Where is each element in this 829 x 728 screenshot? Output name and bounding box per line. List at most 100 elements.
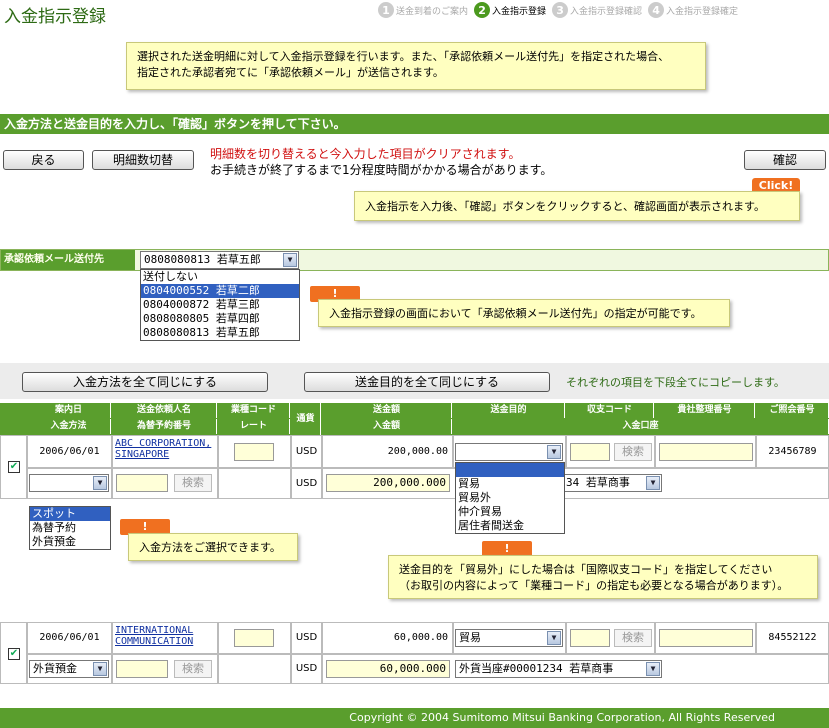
- approval-label: 承認依頼メール送付先: [1, 250, 135, 270]
- method-note: 入金方法をご選択できます。: [128, 533, 298, 561]
- row1-rate-cell: [218, 468, 291, 499]
- row2-amount: 60,000.00: [322, 622, 453, 654]
- row1-account-select[interactable]: 34 若草商事 ▼: [562, 474, 662, 492]
- row2-purpose-select[interactable]: 貿易 ▼: [455, 629, 563, 647]
- copy-note: それぞれの項目を下段全てにコピーします。: [566, 376, 785, 389]
- row1-checkbox[interactable]: ✔: [8, 461, 20, 473]
- chevron-down-icon: ▼: [93, 662, 107, 676]
- col-header: 収支コード: [566, 403, 654, 418]
- col-header: 入金方法: [27, 419, 111, 434]
- row2-currency: USD: [291, 622, 322, 654]
- row2-currency-in: USD: [291, 654, 322, 684]
- row1-search-button[interactable]: 検索: [614, 443, 652, 461]
- approval-bar: 承認依頼メール送付先: [0, 249, 829, 271]
- col-header: 貴社整理番号: [655, 403, 755, 418]
- row2-amount-input[interactable]: 60,000.000: [326, 660, 450, 678]
- step-3: 3 入金指示登録確認: [552, 2, 642, 18]
- step-4: 4 入金指示登録確定: [648, 2, 738, 18]
- row2-search-button[interactable]: 検索: [614, 629, 652, 647]
- col-header: 案内日: [27, 403, 111, 418]
- row1-purpose-select[interactable]: ▼: [455, 443, 563, 461]
- chevron-down-icon: ▼: [646, 476, 660, 490]
- col-header: 入金額: [322, 419, 452, 434]
- col-header: 業種コード: [218, 403, 290, 418]
- row1-remitter-link[interactable]: ABC CORPORATION,: [115, 438, 215, 449]
- row2-remitter-link[interactable]: COMMUNICATION: [115, 636, 215, 647]
- approval-option[interactable]: 送付しない: [141, 270, 299, 284]
- purpose-dropdown-list[interactable]: 貿易 貿易外 仲介貿易 居住者間送金: [455, 462, 565, 534]
- step-1: 1 送金到着のご案内: [378, 2, 468, 18]
- page-title: 入金指示登録: [4, 7, 106, 27]
- chevron-down-icon: ▼: [283, 253, 297, 267]
- approval-option[interactable]: 0804000872 若草三郎: [141, 298, 299, 312]
- row1-remitter-cell: ABC CORPORATION, SINGAPORE: [112, 435, 218, 468]
- approval-option[interactable]: 0804000552 若草二郎: [141, 284, 299, 298]
- warning-text: 明細数を切り替えると今入力した項目がクリアされます。: [210, 147, 521, 161]
- method-option[interactable]: スポット: [30, 507, 110, 521]
- row2-account-select[interactable]: 外貨当座#00001234 若草商事 ▼: [455, 660, 662, 678]
- col-header: 送金目的: [453, 403, 565, 418]
- same-purpose-button[interactable]: 送金目的を全て同じにする: [304, 372, 550, 392]
- row2-date: 2006/06/01: [27, 622, 112, 654]
- purpose-option[interactable]: [456, 463, 564, 477]
- row2-industry-input[interactable]: [234, 629, 274, 647]
- row2-mgmt-input[interactable]: [659, 629, 753, 647]
- row2-checkbox[interactable]: ✔: [8, 648, 20, 660]
- row2-remitter-cell: INTERNATIONAL COMMUNICATION: [112, 622, 218, 654]
- row2-method-select[interactable]: 外貨預金 ▼: [29, 660, 109, 678]
- approval-option[interactable]: 0808080805 若草四郎: [141, 312, 299, 326]
- confirm-note: 入金指示を入力後、「確認」ボタンをクリックすると、確認画面が表示されます。: [354, 191, 800, 221]
- step-indicator: 1 送金到着のご案内 2 入金指示登録 3 入金指示登録確認 4 入金指示登録確定: [378, 2, 742, 18]
- same-method-button[interactable]: 入金方法を全て同じにする: [22, 372, 268, 392]
- purpose-option[interactable]: 貿易外: [456, 491, 564, 505]
- col-header: 送金額: [322, 403, 452, 418]
- row1-contract-input[interactable]: [116, 474, 168, 492]
- back-button[interactable]: 戻る: [3, 150, 84, 170]
- purpose-option[interactable]: 貿易: [456, 477, 564, 491]
- chevron-down-icon: ▼: [93, 476, 107, 490]
- wait-text: お手続きが終了するまで1分程度時間がかかる場合があります。: [210, 163, 553, 177]
- approval-dropdown-list[interactable]: 送付しない 0804000552 若草二郎 0804000872 若草三郎 08…: [140, 269, 300, 341]
- col-header: レート: [218, 419, 290, 434]
- chevron-down-icon: ▼: [547, 445, 561, 459]
- col-header: 為替予約番号: [112, 419, 217, 434]
- purpose-note: 送金目的を「貿易外」にした場合は「国際収支コード」を指定してください （お取引の内…: [388, 555, 818, 599]
- approval-note: 入金指示登録の画面において「承認依頼メール送付先」の指定が可能です。: [318, 299, 730, 327]
- row2-balance-input[interactable]: [570, 629, 610, 647]
- row2-ref: 84552122: [756, 622, 829, 654]
- row1-method-select[interactable]: ▼: [29, 474, 109, 492]
- step-2: 2 入金指示登録: [474, 2, 546, 18]
- confirm-button[interactable]: 確認: [744, 150, 826, 170]
- approval-option[interactable]: 0808080813 若草五郎: [141, 326, 299, 340]
- col-header: 通貨: [291, 403, 321, 435]
- method-option[interactable]: 外貨預金: [30, 535, 110, 549]
- purpose-option[interactable]: 仲介貿易: [456, 505, 564, 519]
- row1-ref: 23456789: [756, 435, 829, 468]
- footer: Copyright © 2004 Sumitomo Mitsui Banking…: [0, 708, 829, 728]
- row1-industry-input[interactable]: [234, 443, 274, 461]
- approval-select[interactable]: 0808080813 若草五郎 ▼: [140, 251, 299, 269]
- row1-remitter-link[interactable]: SINGAPORE: [115, 449, 215, 460]
- method-dropdown-list[interactable]: スポット 為替予約 外貨預金: [29, 506, 111, 550]
- chevron-down-icon: ▼: [547, 631, 561, 645]
- purpose-option[interactable]: 居住者間送金: [456, 519, 564, 533]
- row1-date: 2006/06/01: [27, 435, 112, 468]
- row1-mgmt-input[interactable]: [659, 443, 753, 461]
- row1-balance-input[interactable]: [570, 443, 610, 461]
- row2-remitter-link[interactable]: INTERNATIONAL: [115, 625, 215, 636]
- intro-note: 選択された送金明細に対して入金指示登録を行います。また、「承認依頼メール送付先」…: [126, 42, 706, 90]
- instruction-bar: 入金方法と送金目的を入力し、「確認」ボタンを押して下さい。: [0, 114, 829, 134]
- row1-currency-in: USD: [291, 468, 322, 499]
- toggle-rows-button[interactable]: 明細数切替: [92, 150, 194, 170]
- col-header: 入金口座: [453, 419, 829, 434]
- row2-contract-input[interactable]: [116, 660, 168, 678]
- row1-contract-search-button[interactable]: 検索: [174, 474, 212, 492]
- col-header: ご照会番号: [756, 403, 829, 418]
- row1-amount-input[interactable]: 200,000.000: [326, 474, 450, 492]
- method-option[interactable]: 為替予約: [30, 521, 110, 535]
- col-header: 送金依頼人名: [112, 403, 217, 418]
- row2-rate-cell: [218, 654, 291, 684]
- row1-currency: USD: [291, 435, 322, 468]
- row1-amount: 200,000.00: [322, 435, 453, 468]
- row2-contract-search-button[interactable]: 検索: [174, 660, 212, 678]
